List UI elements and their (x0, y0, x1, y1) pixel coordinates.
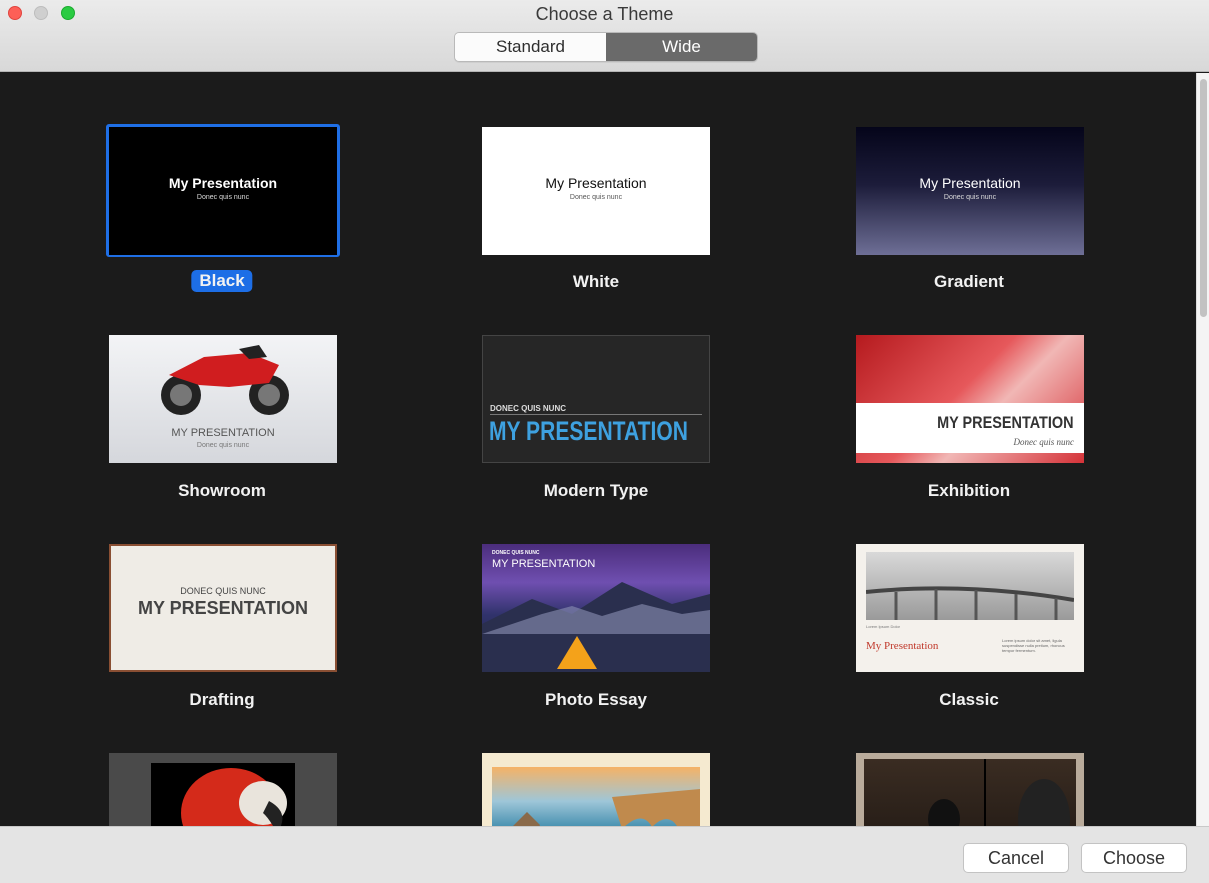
theme-label-showroom[interactable]: Showroom (178, 481, 266, 501)
theme-label-white[interactable]: White (573, 272, 619, 292)
slide-title: MY PRESENTATION (492, 558, 596, 570)
theme-thumb-white[interactable]: My Presentation Donec quis nunc (482, 127, 710, 255)
slide-subtitle: Donec quis nunc (1013, 437, 1075, 447)
slide-subtitle: Donec quis nunc (569, 194, 623, 201)
slide-subtitle: Donec quis nunc (196, 442, 250, 449)
slide-subtitle: DONEC QUIS NUNC (180, 586, 266, 596)
theme-thumb-modern-type[interactable]: DONEC QUIS NUNC MY PRESENTATION (482, 335, 710, 463)
slide-title: MY PRESENTATION (489, 416, 688, 446)
theme-label-black[interactable]: Black (191, 270, 253, 292)
theme-label-classic[interactable]: Classic (939, 690, 999, 710)
theme-thumb-photo-essay[interactable]: DONEC QUIS NUNC MY PRESENTATION (482, 544, 710, 672)
theme-label-photo-essay[interactable]: Photo Essay (545, 690, 647, 710)
slide-title: My Presentation (919, 175, 1021, 191)
theme-thumb-drafting[interactable]: DONEC QUIS NUNC MY PRESENTATION (109, 544, 337, 672)
bridge-image (865, 552, 1075, 620)
slide-title: MY PRESENTATION (937, 413, 1074, 432)
slide-subtitle: DONEC QUIS NUNC (492, 550, 540, 556)
theme-label-drafting[interactable]: Drafting (189, 690, 254, 710)
segment-wide[interactable]: Wide (606, 33, 757, 61)
theme-thumb-classic[interactable]: Lorem Ipsum Dolor My Presentation Lorem … (856, 544, 1084, 672)
slide-title: MY PRESENTATION (171, 427, 275, 439)
cliff-image (513, 789, 700, 826)
bridge-icon (865, 586, 1075, 620)
theme-grid: My Presentation Donec quis nunc Black My… (0, 73, 1196, 826)
slide-subtitle: Donec quis nunc (196, 194, 250, 201)
slide-title: My Presentation (545, 175, 647, 191)
theme-thumb-parrot[interactable] (109, 753, 337, 826)
divider (490, 414, 702, 415)
parrot-image (181, 768, 287, 826)
cancel-button[interactable]: Cancel (963, 843, 1069, 873)
title-bar: Choose a Theme Standard Wide (0, 0, 1209, 72)
segment-standard[interactable]: Standard (455, 33, 606, 61)
slide-title: My Presentation (168, 175, 278, 191)
theme-thumb-gradient[interactable]: My Presentation Donec quis nunc (856, 127, 1084, 255)
choose-button[interactable]: Choose (1081, 843, 1187, 873)
theme-thumb-coast[interactable] (482, 753, 710, 826)
scroll-thumb[interactable] (1200, 79, 1207, 317)
slide-subtitle: DONEC QUIS NUNC (490, 404, 567, 413)
slide-caption: Lorem Ipsum Dolor (866, 624, 901, 629)
vertical-scrollbar[interactable] (1196, 73, 1209, 826)
theme-thumb-exhibition[interactable]: MY PRESENTATION Donec quis nunc (856, 335, 1084, 463)
parrot-image-frame (151, 763, 295, 826)
vase-image (928, 759, 1070, 826)
theme-thumb-showroom[interactable]: MY PRESENTATION Donec quis nunc (109, 335, 337, 463)
theme-thumb-black[interactable]: My Presentation Donec quis nunc (109, 127, 337, 255)
slide-title: My Presentation (866, 640, 939, 652)
theme-chooser-window: Choose a Theme Standard Wide My Presenta… (0, 0, 1209, 883)
footer-bar: Cancel Choose (0, 826, 1209, 883)
theme-label-gradient[interactable]: Gradient (934, 272, 1004, 292)
pottery-image (864, 759, 1076, 826)
slide-title: MY PRESENTATION (137, 598, 308, 618)
slide-size-segmented-control: Standard Wide (454, 32, 758, 62)
theme-thumb-pottery[interactable] (856, 753, 1084, 826)
theme-label-modern-type[interactable]: Modern Type (544, 481, 649, 501)
slide-subtitle: Donec quis nunc (943, 194, 997, 201)
slide-body: Lorem ipsum dolor sit amet, ligula suspe… (1002, 638, 1065, 653)
window-title: Choose a Theme (535, 4, 674, 24)
theme-label-exhibition[interactable]: Exhibition (928, 481, 1010, 501)
coast-image (492, 767, 700, 826)
